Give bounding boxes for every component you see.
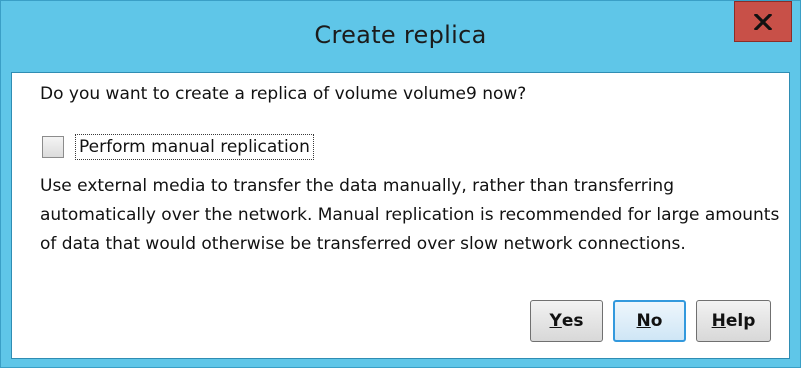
manual-replication-option[interactable]: Perform manual replication <box>42 134 314 160</box>
help-label-rest: elp <box>725 311 756 331</box>
no-button[interactable]: No <box>613 300 686 342</box>
close-button[interactable] <box>734 1 792 42</box>
yes-mnemonic: Y <box>549 311 562 331</box>
help-mnemonic: H <box>711 311 726 331</box>
description-text: Use external media to transfer the data … <box>40 176 780 254</box>
manual-replication-checkbox[interactable] <box>42 136 64 158</box>
dialog-title: Create replica <box>314 21 487 49</box>
close-icon <box>754 13 772 30</box>
yes-button[interactable]: Yes <box>530 300 603 342</box>
dialog-body: Do you want to create a replica of volum… <box>11 72 790 359</box>
yes-label-rest: es <box>561 311 584 331</box>
title-bar[interactable]: Create replica <box>1 1 800 71</box>
no-label-rest: o <box>650 311 663 331</box>
manual-replication-label[interactable]: Perform manual replication <box>75 134 314 160</box>
question-text: Do you want to create a replica of volum… <box>40 84 527 104</box>
help-button[interactable]: Help <box>696 300 771 342</box>
create-replica-dialog: Create replica Do you want to create a r… <box>0 0 801 368</box>
no-mnemonic: N <box>636 311 651 331</box>
